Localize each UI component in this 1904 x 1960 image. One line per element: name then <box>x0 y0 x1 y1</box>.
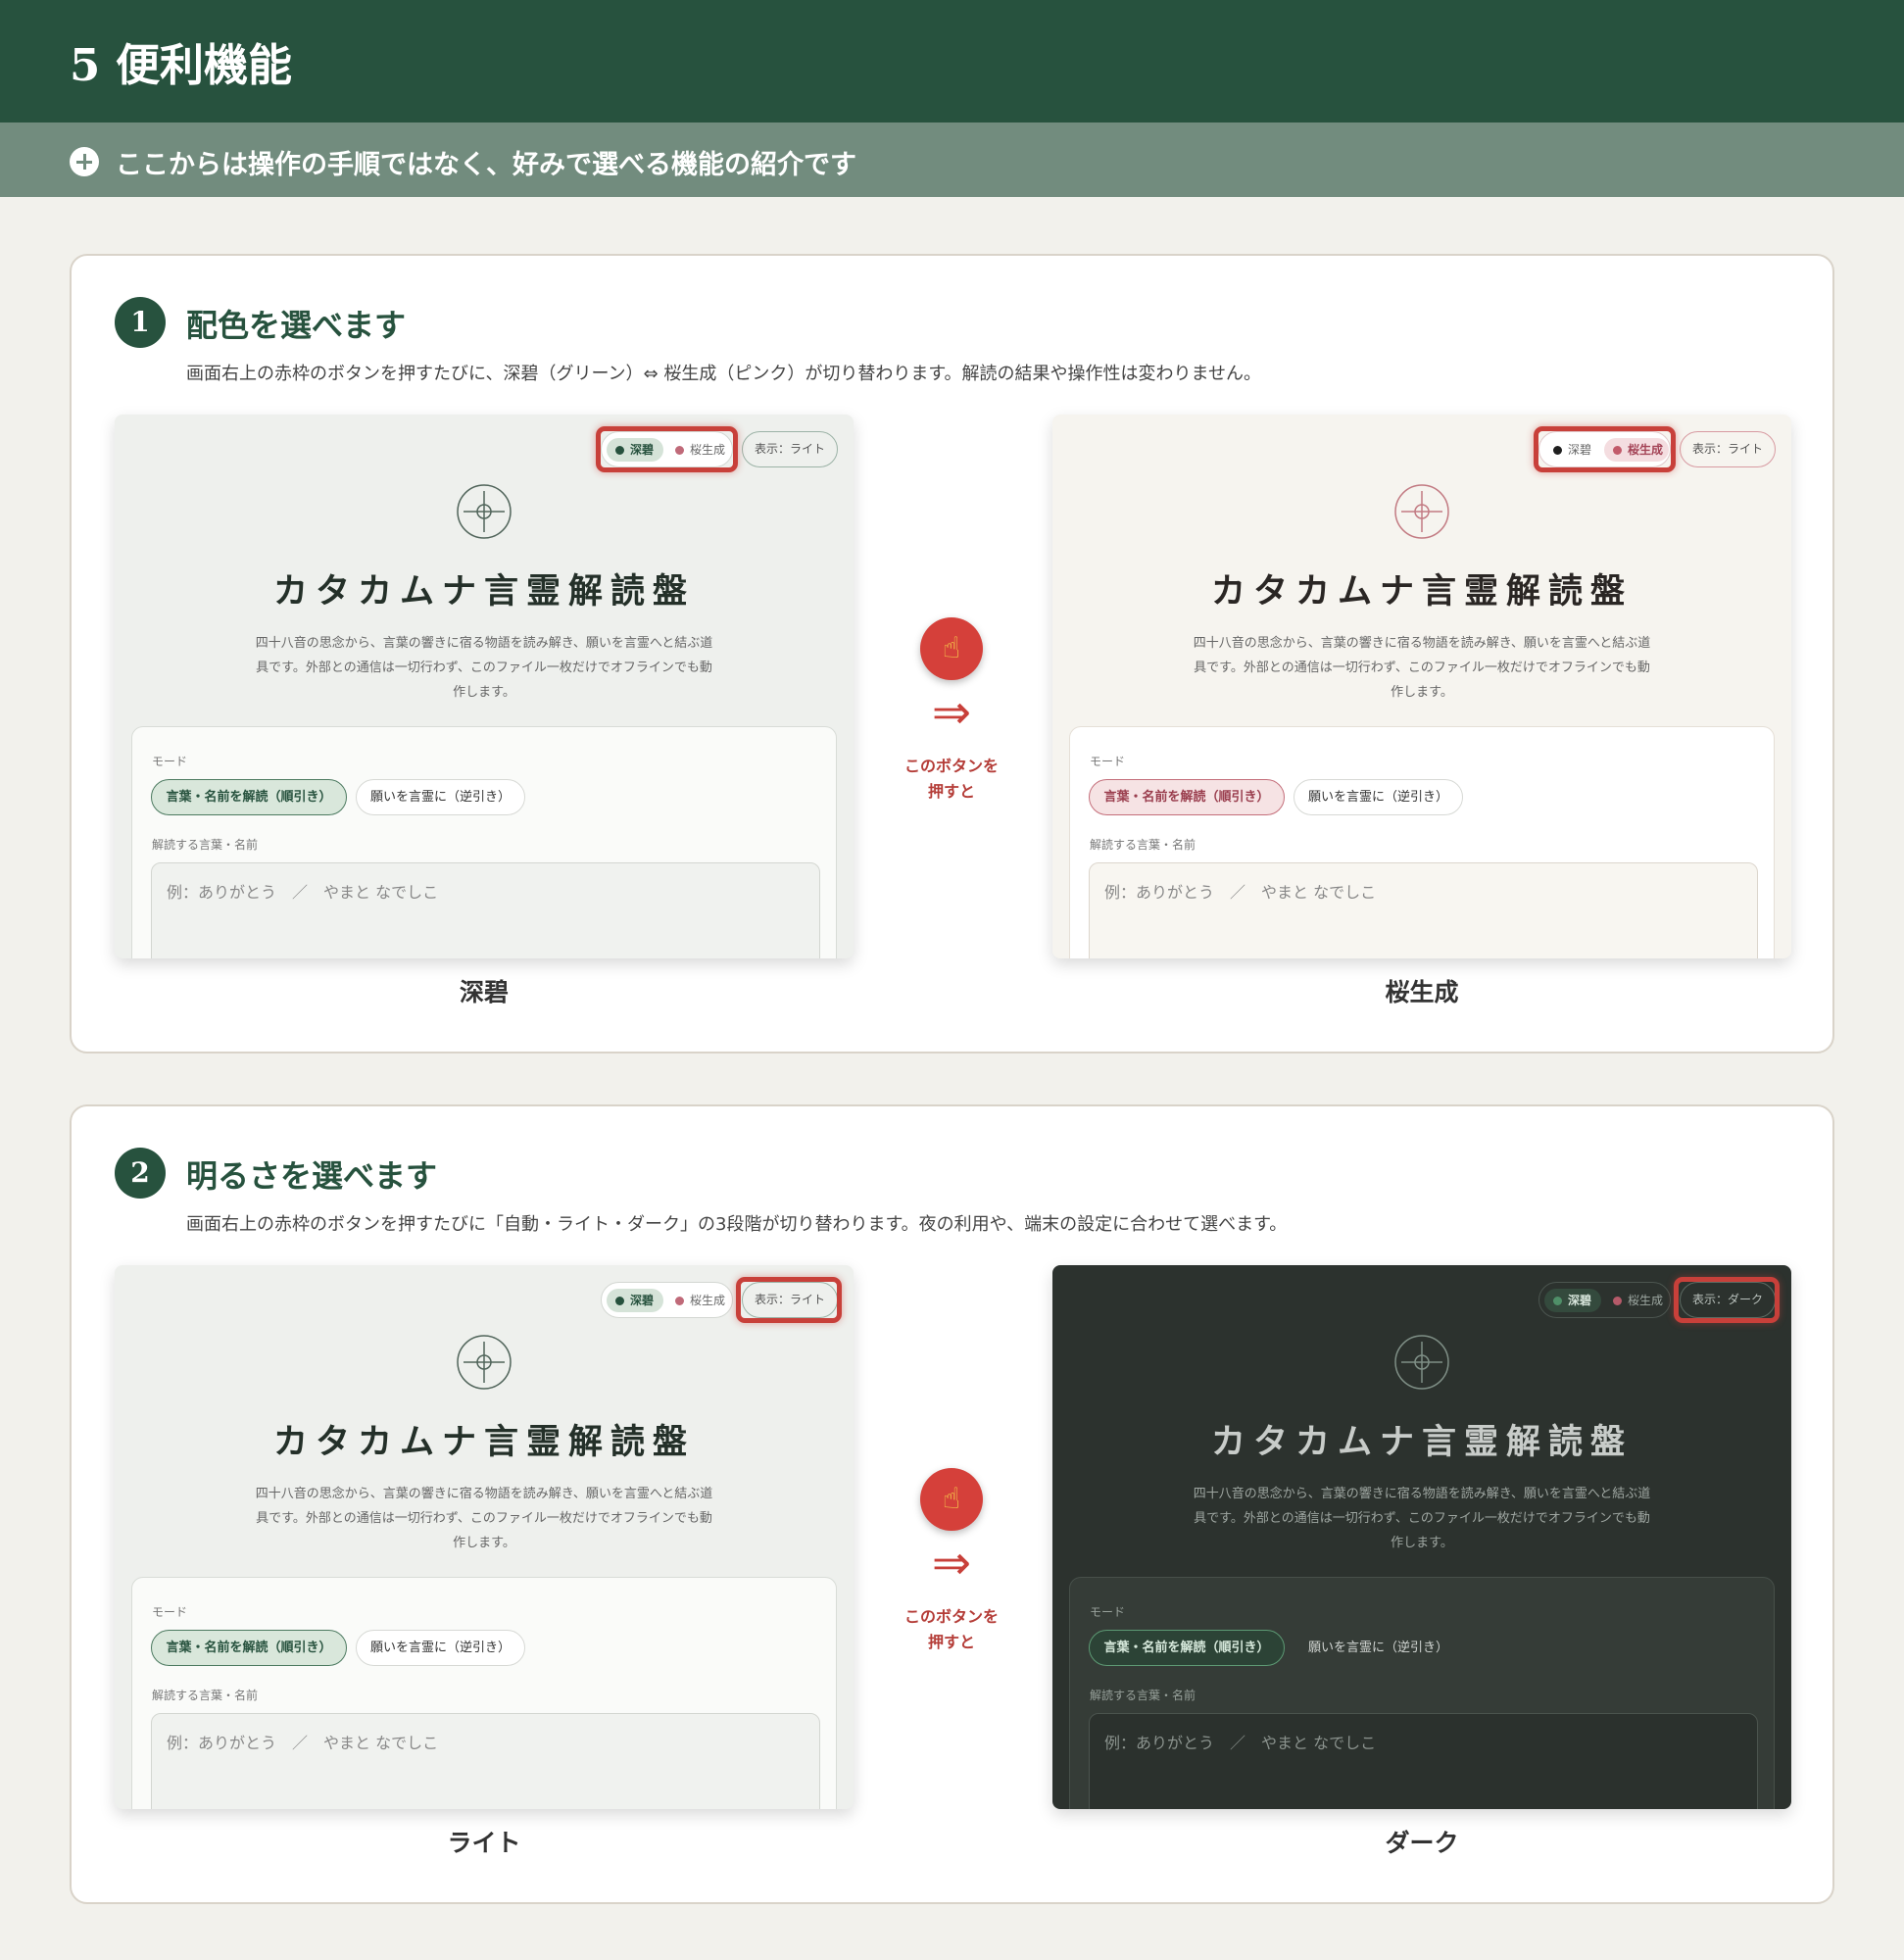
card-title: 配色を選べます <box>186 307 407 344</box>
theme-option-green[interactable]: 深碧 <box>607 1289 663 1312</box>
pink-dot-icon <box>1613 1297 1622 1305</box>
display-mode-button[interactable]: 表示：ライト <box>1680 431 1776 467</box>
decode-input[interactable]: 例：ありがとう ／ やまと なでしこ <box>1089 1713 1758 1809</box>
mode-label: モード <box>152 755 188 768</box>
decode-input[interactable]: 例：ありがとう ／ やまと なでしこ <box>1089 862 1758 958</box>
theme-option-green[interactable]: 深碧 <box>1544 1289 1601 1312</box>
page-title: 5 便利機能 <box>70 39 292 91</box>
katakamuna-logo-icon <box>457 484 512 539</box>
pink-dot-icon <box>675 1297 684 1305</box>
input-panel: モード 言葉・名前を解読（順引き） 願いを言霊に（逆引き） 解読する言葉・名前 … <box>131 1577 837 1809</box>
app-description: 四十八音の思念から、言葉の響きに宿る物語を読み解き、願いを言霊へと結ぶ道具です。… <box>255 1487 713 1550</box>
green-dot-icon <box>1553 1297 1562 1305</box>
input-label: 解読する言葉・名前 <box>152 838 259 852</box>
highlight-frame <box>596 426 738 472</box>
mode-label: モード <box>152 1605 188 1619</box>
pointing-hand-icon: ☝ <box>920 1468 983 1531</box>
mode-reverse-button[interactable]: 願いを言霊に（逆引き） <box>1294 1630 1463 1666</box>
green-dot-icon <box>615 1297 624 1305</box>
pointing-hand-icon: ☝ <box>920 617 983 680</box>
app-title: カタカムナ言霊解読盤 <box>1210 1423 1633 1462</box>
color-theme-switch[interactable]: 深碧 桜生成 <box>601 1282 733 1318</box>
katakamuna-logo-icon <box>1394 484 1449 539</box>
input-panel: モード 言葉・名前を解読（順引き） 願いを言霊に（逆引き） 解読する言葉・名前 … <box>1069 1577 1775 1809</box>
app-title: カタカムナ言霊解読盤 <box>272 572 695 612</box>
mode-reverse-button[interactable]: 願いを言霊に（逆引き） <box>356 1630 525 1666</box>
plus-circle-icon <box>70 147 99 176</box>
app-screenshot-green: 深碧 桜生成 表示：ライト カタカムナ言霊解読盤 四十八音の思念から、言葉の響き… <box>115 415 854 958</box>
input-label: 解読する言葉・名前 <box>1090 838 1196 852</box>
katakamuna-logo-icon <box>457 1335 512 1390</box>
mode-reverse-button[interactable]: 願いを言霊に（逆引き） <box>1294 779 1463 815</box>
mode-forward-button[interactable]: 言葉・名前を解読（順引き） <box>151 1630 347 1666</box>
screenshot-caption: 桜生成 <box>1385 978 1459 1006</box>
decode-input[interactable]: 例：ありがとう ／ やまと なでしこ <box>151 1713 820 1809</box>
step-number-badge: 1 <box>115 297 166 348</box>
double-arrow-right-icon: ⇒ <box>931 1536 972 1591</box>
mode-forward-button[interactable]: 言葉・名前を解読（順引き） <box>151 779 347 815</box>
mode-label: モード <box>1090 1605 1126 1619</box>
app-title: カタカムナ言霊解読盤 <box>1210 572 1633 612</box>
card-description: 画面右上の赤枠のボタンを押すたびに、深碧（グリーン）⇔ 桜生成（ピンク）が切り替… <box>186 364 1262 384</box>
feature-card-color: 1 配色を選べます 画面右上の赤枠のボタンを押すたびに、深碧（グリーン）⇔ 桜生… <box>70 254 1834 1054</box>
subheader-text: ここからは操作の手順ではなく、好みで選べる機能の紹介です <box>116 150 856 180</box>
arrow-caption: このボタンを 押すと <box>903 1607 999 1651</box>
theme-option-sakura[interactable]: 桜生成 <box>666 1289 731 1312</box>
feature-card-brightness: 2 明るさを選べます 画面右上の赤枠のボタンを押すたびに「自動・ライト・ダーク」… <box>70 1104 1834 1904</box>
app-screenshot-dark: 深碧 桜生成 表示：ダーク カタカムナ言霊解読盤 四十八音の思念から、言葉の響き… <box>1052 1265 1791 1809</box>
mode-label: モード <box>1090 755 1126 768</box>
input-label: 解読する言葉・名前 <box>1090 1689 1196 1702</box>
highlight-frame <box>1674 1277 1780 1323</box>
double-arrow-right-icon: ⇒ <box>931 685 972 740</box>
app-title: カタカムナ言霊解読盤 <box>272 1423 695 1462</box>
screenshot-caption: ダーク <box>1385 1829 1459 1857</box>
display-mode-button[interactable]: 表示：ライト <box>742 431 838 467</box>
katakamuna-logo-icon <box>1394 1335 1449 1390</box>
screenshot-caption: ライト <box>447 1829 521 1857</box>
card-title: 明るさを選べます <box>186 1157 438 1195</box>
mode-forward-button[interactable]: 言葉・名前を解読（順引き） <box>1089 779 1285 815</box>
theme-option-sakura[interactable]: 桜生成 <box>1604 1289 1669 1312</box>
mode-forward-button[interactable]: 言葉・名前を解読（順引き） <box>1089 1630 1285 1666</box>
screenshot-caption: 深碧 <box>459 978 509 1006</box>
app-description: 四十八音の思念から、言葉の響きに宿る物語を読み解き、願いを言霊へと結ぶ道具です。… <box>255 636 713 700</box>
input-label: 解読する言葉・名前 <box>152 1689 259 1702</box>
highlight-frame <box>736 1277 842 1323</box>
arrow-caption: このボタンを 押すと <box>903 757 999 801</box>
app-description: 四十八音の思念から、言葉の響きに宿る物語を読み解き、願いを言霊へと結ぶ道具です。… <box>1193 636 1651 700</box>
color-theme-switch[interactable]: 深碧 桜生成 <box>1538 1282 1671 1318</box>
app-description: 四十八音の思念から、言葉の響きに宿る物語を読み解き、願いを言霊へと結ぶ道具です。… <box>1193 1487 1651 1550</box>
app-screenshot-sakura: 深碧 桜生成 表示：ライト カタカムナ言霊解読盤 四十八音の思念から、言葉の響き… <box>1052 415 1791 958</box>
app-screenshot-light: 深碧 桜生成 表示：ライト カタカムナ言霊解読盤 四十八音の思念から、言葉の響き… <box>115 1265 854 1809</box>
input-panel: モード 言葉・名前を解読（順引き） 願いを言霊に（逆引き） 解読する言葉・名前 … <box>1069 726 1775 958</box>
decode-input[interactable]: 例：ありがとう ／ やまと なでしこ <box>151 862 820 958</box>
input-panel: モード 言葉・名前を解読（順引き） 願いを言霊に（逆引き） 解読する言葉・名前 … <box>131 726 837 958</box>
mode-reverse-button[interactable]: 願いを言霊に（逆引き） <box>356 779 525 815</box>
highlight-frame <box>1534 426 1676 472</box>
step-number-badge: 2 <box>115 1148 166 1199</box>
card-description: 画面右上の赤枠のボタンを押すたびに「自動・ライト・ダーク」の3段階が切り替わりま… <box>186 1214 1288 1235</box>
